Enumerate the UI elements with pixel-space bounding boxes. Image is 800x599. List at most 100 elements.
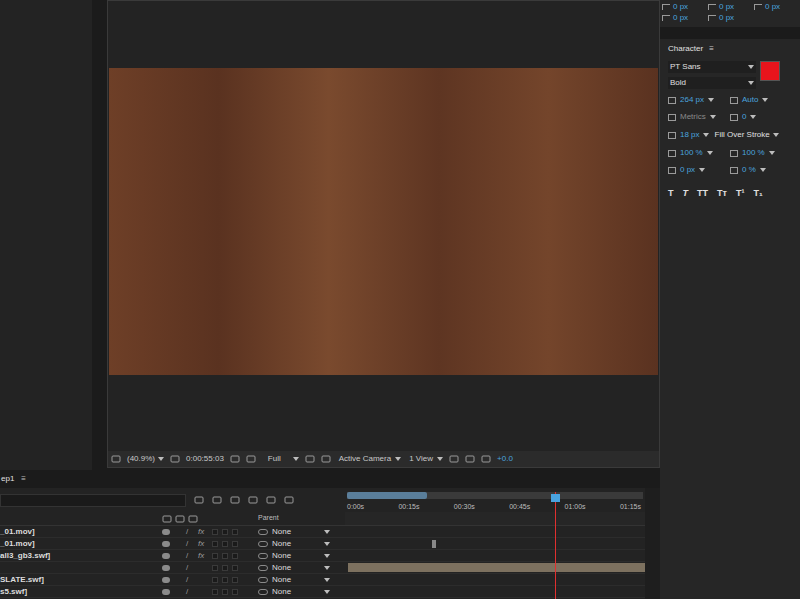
parent-dropdown[interactable]: None (272, 562, 330, 574)
character-field[interactable]: 0 (730, 111, 792, 123)
switch-box[interactable] (212, 553, 218, 559)
time-navigator[interactable] (347, 492, 643, 499)
character-field[interactable]: 264 px (668, 94, 730, 106)
layer-row[interactable]: all3_gb3.swf] / fx None (0, 550, 345, 562)
collapse-switch[interactable]: / (186, 538, 194, 550)
layer-name[interactable]: _01.mov] (0, 538, 162, 550)
visibility-icon[interactable] (162, 529, 170, 535)
character-field[interactable]: Metrics (668, 111, 730, 123)
timecode[interactable]: 0:00:55:03 (186, 453, 224, 465)
snapshot-icon[interactable] (230, 454, 240, 464)
pick-whip-icon[interactable] (258, 577, 268, 583)
parent-dropdown[interactable]: None (272, 526, 330, 538)
keyframe-marker[interactable] (432, 540, 436, 548)
switch-box[interactable] (212, 589, 218, 595)
transparency-icon[interactable] (321, 454, 331, 464)
channel-icon[interactable] (246, 454, 256, 464)
graph-editor-icon[interactable] (284, 495, 294, 505)
resolution-dropdown[interactable]: Full (268, 453, 299, 465)
parent-dropdown[interactable]: None (272, 586, 330, 598)
switch-box[interactable] (212, 541, 218, 547)
switch-box[interactable] (222, 541, 228, 547)
visibility-icon[interactable] (162, 589, 170, 595)
switch-box[interactable] (232, 529, 238, 535)
pick-whip-icon[interactable] (258, 589, 268, 595)
effect-header-icon[interactable] (188, 514, 198, 524)
style-button[interactable]: Tт (717, 187, 727, 201)
layer-name[interactable]: _01.mov] (0, 526, 162, 538)
visibility-icon[interactable] (162, 541, 170, 547)
pick-whip-icon[interactable] (258, 553, 268, 559)
layer-row[interactable]: _01.mov] / fx None (0, 538, 345, 550)
effect-switch[interactable]: fx (198, 538, 208, 550)
search-field[interactable] (0, 494, 186, 507)
visibility-icon[interactable] (162, 553, 170, 559)
switch-box[interactable] (232, 589, 238, 595)
font-style-dropdown[interactable]: Bold (668, 77, 756, 89)
zoom-dropdown[interactable]: (40.9%) (127, 453, 164, 465)
panel-menu[interactable]: ≡ (709, 43, 714, 55)
pick-whip-icon[interactable] (258, 541, 268, 547)
switch-box[interactable] (222, 529, 228, 535)
collapse-switch[interactable]: / (186, 574, 194, 586)
style-button[interactable]: T₁ (753, 187, 762, 201)
spacing-field[interactable]: 0 px (754, 1, 794, 13)
parent-dropdown[interactable]: None (272, 550, 330, 562)
timeline-tab-menu[interactable]: ≡ (21, 473, 26, 485)
layer-row[interactable]: SLATE.swf] / None (0, 574, 345, 586)
layer-name[interactable]: all3_gb3.swf] (0, 550, 162, 562)
switch-box[interactable] (222, 589, 228, 595)
fill-color-swatch[interactable] (760, 61, 780, 81)
character-field[interactable]: 0 % (730, 164, 792, 176)
parent-dropdown[interactable]: None (272, 574, 330, 586)
stroke-width-field[interactable]: 18 px (680, 129, 709, 141)
switch-box[interactable] (222, 565, 228, 571)
layer-row[interactable]: _01.mov] / fx None (0, 526, 345, 538)
visibility-icon[interactable] (162, 565, 170, 571)
playhead-handle[interactable] (551, 494, 560, 502)
layer-name[interactable]: SLATE.swf] (0, 574, 162, 586)
spacing-field[interactable]: 0 px (708, 1, 748, 13)
fast-preview-icon[interactable] (465, 454, 475, 464)
switch-box[interactable] (222, 553, 228, 559)
pick-whip-icon[interactable] (258, 565, 268, 571)
stroke-mode-dropdown[interactable]: Fill Over Stroke (715, 129, 779, 141)
grid-icon[interactable] (170, 454, 180, 464)
spacing-field[interactable]: 0 px (662, 12, 702, 24)
collapse-switch[interactable]: / (186, 526, 194, 538)
comp-mini-flowchart-icon[interactable] (194, 495, 204, 505)
character-field[interactable]: 100 % (668, 147, 730, 159)
spacing-field[interactable]: 0 px (662, 1, 702, 13)
parent-dropdown[interactable]: None (272, 538, 330, 550)
layer-name[interactable]: s5.swf] (0, 586, 162, 598)
playhead[interactable] (555, 492, 556, 599)
style-button[interactable]: T (683, 187, 689, 201)
work-area[interactable] (347, 492, 427, 499)
region-icon[interactable] (305, 454, 315, 464)
collapse-switch[interactable]: / (186, 550, 194, 562)
collapse-switch[interactable]: / (186, 562, 194, 574)
layer-bar[interactable] (348, 563, 645, 572)
frame-blend-icon[interactable] (248, 495, 258, 505)
font-family-dropdown[interactable]: PT Sans (668, 61, 756, 73)
switches-header-icon[interactable] (162, 514, 172, 524)
timeline-tab[interactable]: ep1 (0, 473, 15, 485)
character-field[interactable]: 100 % (730, 147, 792, 159)
collapse-switch[interactable]: / (186, 586, 194, 598)
switch-box[interactable] (222, 577, 228, 583)
switch-box[interactable] (232, 553, 238, 559)
effect-switch[interactable]: fx (198, 550, 208, 562)
views-dropdown[interactable]: 1 View (409, 453, 443, 465)
switch-box[interactable] (212, 529, 218, 535)
draft-3d-icon[interactable] (212, 495, 222, 505)
switch-box[interactable] (232, 541, 238, 547)
effect-switch[interactable]: fx (198, 526, 208, 538)
quality-header-icon[interactable] (175, 514, 185, 524)
pick-whip-icon[interactable] (258, 529, 268, 535)
exposure-value[interactable]: +0.0 (497, 453, 513, 465)
switch-box[interactable] (212, 577, 218, 583)
style-button[interactable]: TT (697, 187, 708, 201)
pixel-aspect-icon[interactable] (449, 454, 459, 464)
flowchart-icon[interactable] (481, 454, 491, 464)
switch-box[interactable] (232, 565, 238, 571)
